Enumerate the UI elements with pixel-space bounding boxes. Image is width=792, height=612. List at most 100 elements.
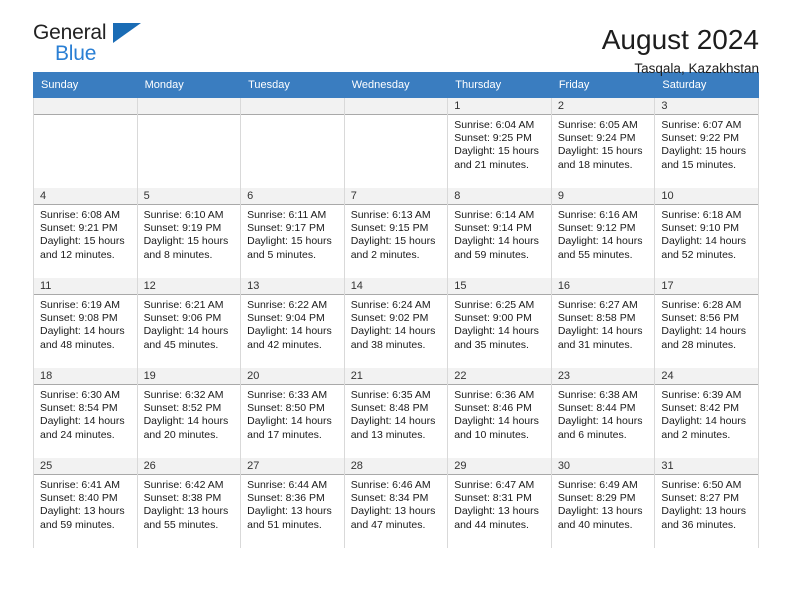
calendar-day-cell[interactable]: 3 Sunrise: 6:07 AM Sunset: 9:22 PM Daylight…: [654, 97, 759, 188]
day-detail-line: and 42 minutes.: [247, 338, 322, 351]
day-detail-line: Sunrise: 6:35 AM: [350, 389, 431, 401]
calendar-day-cell[interactable]: 23 Sunrise: 6:38 AM Sunset: 8:44 PM Dayligh…: [550, 368, 656, 458]
day-details: Sunrise: 6:33 AM Sunset: 8:50 PM Daylight:…: [241, 385, 344, 442]
day-detail-line: Daylight: 13 hours: [350, 505, 436, 518]
day-details: Sunrise: 6:11 AM Sunset: 9:17 PM Daylight:…: [241, 205, 344, 262]
day-detail-line: Daylight: 13 hours: [40, 505, 125, 518]
day-detail-line: Sunset: 8:38 PM: [143, 492, 222, 505]
day-detail-line: Sunrise: 6:10 AM: [143, 209, 224, 221]
day-number: 26: [137, 458, 241, 475]
day-number: 21: [344, 368, 448, 385]
day-detail-line: and 35 minutes.: [454, 338, 529, 351]
day-number: 29: [448, 458, 551, 475]
day-detail-line: Sunset: 8:54 PM: [40, 402, 118, 415]
day-detail-line: Daylight: 15 hours: [454, 145, 539, 158]
calendar-week-row: 1 Sunrise: 6:04 AM Sunset: 9:25 PM Daylight…: [33, 97, 759, 188]
day-number: 28: [344, 458, 448, 475]
calendar-day-cell[interactable]: 1 Sunrise: 6:04 AM Sunset: 9:25 PM Daylight…: [447, 97, 552, 188]
calendar-day-cell[interactable]: 20 Sunrise: 6:33 AM Sunset: 8:50 PM Dayligh…: [240, 368, 345, 458]
day-details: Sunrise: 6:19 AM Sunset: 9:08 PM Daylight:…: [34, 295, 137, 352]
calendar-day-cell[interactable]: 27 Sunrise: 6:44 AM Sunset: 8:36 PM Dayligh…: [240, 458, 345, 548]
day-number: 12: [137, 278, 241, 295]
day-details: Sunrise: 6:22 AM Sunset: 9:04 PM Daylight:…: [241, 295, 344, 352]
day-detail-line: and 51 minutes.: [247, 518, 322, 531]
day-detail-line: Daylight: 14 hours: [454, 235, 539, 248]
day-number: 14: [344, 278, 448, 295]
day-details: Sunrise: 6:27 AM Sunset: 8:58 PM Daylight:…: [552, 295, 655, 352]
brand-name-blue: Blue: [55, 42, 97, 65]
calendar-day-cell[interactable]: 17 Sunrise: 6:28 AM Sunset: 8:56 PM Dayligh…: [654, 278, 759, 368]
day-detail-line: Sunset: 9:24 PM: [557, 132, 636, 145]
calendar-day-cell[interactable]: 29 Sunrise: 6:47 AM Sunset: 8:31 PM Dayligh…: [447, 458, 552, 548]
calendar-day-cell[interactable]: 21 Sunrise: 6:35 AM Sunset: 8:48 PM Dayligh…: [343, 368, 449, 458]
brand-logo[interactable]: General Blue: [33, 22, 145, 70]
calendar-day-cell[interactable]: 28 Sunrise: 6:46 AM Sunset: 8:34 PM Dayligh…: [343, 458, 449, 548]
day-detail-line: Sunrise: 6:27 AM: [557, 299, 638, 311]
day-detail-line: Sunset: 9:15 PM: [350, 222, 429, 235]
day-details: Sunrise: 6:14 AM Sunset: 9:14 PM Daylight:…: [448, 205, 551, 262]
calendar-day-cell[interactable]: 26 Sunrise: 6:42 AM Sunset: 8:38 PM Dayligh…: [136, 458, 242, 548]
day-detail-line: Sunrise: 6:08 AM: [40, 209, 120, 221]
day-detail-line: Sunrise: 6:41 AM: [40, 479, 120, 491]
calendar-day-cell[interactable]: 7 Sunrise: 6:13 AM Sunset: 9:15 PM Daylight…: [343, 188, 449, 278]
day-detail-line: Daylight: 14 hours: [247, 325, 332, 338]
calendar-day-cell[interactable]: 30 Sunrise: 6:49 AM Sunset: 8:29 PM Dayligh…: [550, 458, 656, 548]
day-detail-line: and 24 minutes.: [40, 428, 115, 441]
day-detail-line: Daylight: 13 hours: [557, 505, 643, 518]
day-number: 9: [551, 188, 655, 205]
calendar-week-row: 18 Sunrise: 6:30 AM Sunset: 8:54 PM Dayligh…: [33, 368, 759, 458]
day-detail-line: Sunrise: 6:04 AM: [454, 119, 535, 131]
day-number: [241, 98, 344, 115]
day-number: 19: [137, 368, 241, 385]
calendar-day-cell[interactable]: 25 Sunrise: 6:41 AM Sunset: 8:40 PM Dayligh…: [33, 458, 138, 548]
day-details: Sunrise: 6:28 AM Sunset: 8:56 PM Daylight:…: [655, 295, 758, 352]
day-details: Sunrise: 6:39 AM Sunset: 8:42 PM Daylight:…: [655, 385, 758, 442]
day-detail-line: Sunset: 9:14 PM: [454, 222, 532, 235]
calendar-day-cell[interactable]: 4 Sunrise: 6:08 AM Sunset: 9:21 PM Daylight…: [33, 188, 138, 278]
calendar-day-cell[interactable]: 10 Sunrise: 6:18 AM Sunset: 9:10 PM Dayligh…: [654, 188, 759, 278]
calendar-day-cell[interactable]: 11 Sunrise: 6:19 AM Sunset: 9:08 PM Dayligh…: [33, 278, 138, 368]
day-number: 31: [655, 458, 758, 475]
day-detail-line: and 21 minutes.: [454, 158, 529, 171]
day-detail-line: Sunrise: 6:50 AM: [661, 479, 742, 491]
day-detail-line: Sunset: 9:12 PM: [557, 222, 636, 235]
calendar-table: Sunday Monday Tuesday Wednesday Thursday…: [33, 72, 759, 548]
calendar-day-cell[interactable]: 19 Sunrise: 6:32 AM Sunset: 8:52 PM Dayligh…: [136, 368, 242, 458]
day-detail-line: Sunrise: 6:30 AM: [40, 389, 120, 401]
day-detail-line: and 44 minutes.: [454, 518, 529, 531]
day-detail-line: Sunset: 8:52 PM: [143, 402, 222, 415]
calendar-day-cell[interactable]: 12 Sunrise: 6:21 AM Sunset: 9:06 PM Dayligh…: [136, 278, 242, 368]
calendar-day-cell[interactable]: 24 Sunrise: 6:39 AM Sunset: 8:42 PM Dayligh…: [654, 368, 759, 458]
calendar-day-cell[interactable]: 15 Sunrise: 6:25 AM Sunset: 9:00 PM Dayligh…: [447, 278, 552, 368]
calendar-day-cell[interactable]: 5 Sunrise: 6:10 AM Sunset: 9:19 PM Daylight…: [136, 188, 242, 278]
day-detail-line: Sunrise: 6:14 AM: [454, 209, 535, 221]
day-detail-line: Sunset: 9:04 PM: [247, 312, 325, 325]
weekday-header-thursday: Thursday: [447, 72, 552, 98]
day-number: 11: [34, 278, 137, 295]
calendar-day-cell[interactable]: 22 Sunrise: 6:36 AM Sunset: 8:46 PM Dayligh…: [447, 368, 552, 458]
day-details: Sunrise: 6:05 AM Sunset: 9:24 PM Daylight:…: [552, 115, 655, 172]
day-detail-line: Daylight: 13 hours: [454, 505, 539, 518]
calendar-day-cell[interactable]: 31 Sunrise: 6:50 AM Sunset: 8:27 PM Dayligh…: [654, 458, 759, 548]
calendar-day-cell[interactable]: 14 Sunrise: 6:24 AM Sunset: 9:02 PM Dayligh…: [343, 278, 449, 368]
day-detail-line: and 40 minutes.: [557, 518, 633, 531]
day-detail-line: Sunrise: 6:05 AM: [557, 119, 638, 131]
calendar-day-cell[interactable]: 18 Sunrise: 6:30 AM Sunset: 8:54 PM Dayligh…: [33, 368, 138, 458]
day-number: 25: [34, 458, 137, 475]
calendar-day-cell[interactable]: 6 Sunrise: 6:11 AM Sunset: 9:17 PM Daylight…: [240, 188, 345, 278]
day-detail-line: Daylight: 15 hours: [350, 235, 436, 248]
page-title: August 2024: [601, 24, 759, 55]
day-detail-line: Sunrise: 6:49 AM: [557, 479, 638, 491]
calendar-day-cell[interactable]: 16 Sunrise: 6:27 AM Sunset: 8:58 PM Dayligh…: [550, 278, 656, 368]
day-number: [34, 98, 137, 115]
day-detail-line: Sunrise: 6:18 AM: [661, 209, 742, 221]
day-detail-line: Daylight: 14 hours: [40, 415, 125, 428]
day-detail-line: Sunset: 8:29 PM: [557, 492, 636, 505]
calendar-day-cell[interactable]: 13 Sunrise: 6:22 AM Sunset: 9:04 PM Dayligh…: [240, 278, 345, 368]
day-detail-line: Sunset: 8:56 PM: [661, 312, 740, 325]
calendar-day-cell[interactable]: 8 Sunrise: 6:14 AM Sunset: 9:14 PM Daylight…: [447, 188, 552, 278]
calendar-day-cell[interactable]: 9 Sunrise: 6:16 AM Sunset: 9:12 PM Daylight…: [550, 188, 656, 278]
day-detail-line: Sunset: 9:10 PM: [661, 222, 740, 235]
calendar-day-cell[interactable]: 2 Sunrise: 6:05 AM Sunset: 9:24 PM Daylight…: [550, 97, 656, 188]
day-detail-line: and 47 minutes.: [350, 518, 426, 531]
